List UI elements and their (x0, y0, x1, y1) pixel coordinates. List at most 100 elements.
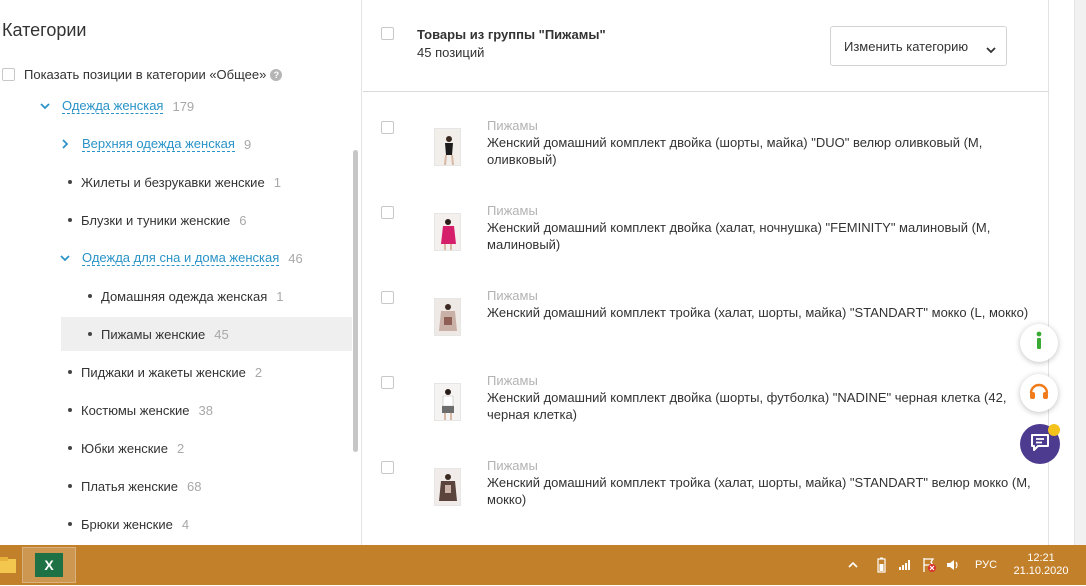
show-general-label: Показать позиции в категории «Общее» (24, 67, 267, 82)
product-row[interactable]: Пижамы Женский домашний комплект тройка … (363, 458, 1049, 543)
product-checkbox[interactable] (381, 376, 394, 389)
tree-node-pajamas[interactable]: Пижамы женские 45 (61, 317, 352, 351)
tree-node-label[interactable]: Костюмы женские (81, 403, 190, 418)
clock[interactable]: 12:21 21.10.2020 (1010, 552, 1072, 578)
tree-node-blouses[interactable]: Блузки и туники женские 6 (68, 203, 247, 237)
product-thumbnail[interactable] (434, 468, 461, 506)
volume-icon[interactable] (946, 545, 960, 585)
tree-node-trousers[interactable]: Брюки женские 4 (68, 507, 189, 541)
tree-node-label[interactable]: Платья женские (81, 479, 178, 494)
bullet-icon (68, 370, 72, 374)
tree-node-label[interactable]: Блузки и туники женские (81, 213, 230, 228)
clock-time: 12:21 (1027, 552, 1055, 564)
product-name[interactable]: Женский домашний комплект двойка (шорты,… (487, 134, 1039, 168)
product-row[interactable]: Пижамы Женский домашний комплект двойка … (363, 373, 1049, 458)
product-name[interactable]: Женский домашний комплект тройка (халат,… (487, 304, 1039, 321)
product-name[interactable]: Женский домашний комплект тройка (халат,… (487, 474, 1039, 508)
change-category-dropdown[interactable]: Изменить категорию (830, 26, 1007, 66)
tree-node-count: 9 (243, 136, 252, 152)
tree-node-outerwear[interactable]: Верхняя одежда женская 9 (60, 127, 251, 161)
tree-node-suits[interactable]: Костюмы женские 38 (68, 393, 213, 427)
product-name[interactable]: Женский домашний комплект двойка (халат,… (487, 219, 1039, 253)
tree-node-count: 46 (288, 250, 303, 266)
tree-node-label[interactable]: Брюки женские (81, 517, 173, 532)
excel-taskbar-button[interactable]: X (22, 547, 76, 583)
file-explorer-icon[interactable] (0, 549, 18, 581)
tree-node-label[interactable]: Жилеты и безрукавки женские (81, 175, 265, 190)
product-category: Пижамы (487, 203, 538, 218)
tree-node-count: 2 (254, 364, 263, 380)
tree-node-jackets[interactable]: Пиджаки и жакеты женские 2 (68, 355, 262, 389)
show-general-toggle[interactable]: Показать позиции в категории «Общее» ? (2, 67, 283, 82)
tree-node-count: 45 (214, 326, 229, 342)
tree-node-homewear[interactable]: Домашняя одежда женская 1 (88, 279, 283, 313)
excel-icon: X (35, 553, 63, 577)
bullet-icon (68, 408, 72, 412)
product-row[interactable]: Пижамы Женский домашний комплект двойка … (363, 203, 1049, 288)
windows-taskbar: X РУС 12:21 21.10.2020 (0, 545, 1086, 585)
product-row[interactable]: Пижамы Женский домашний комплект двойка … (363, 118, 1049, 203)
tree-node-count: 38 (198, 402, 214, 418)
chevron-down-icon[interactable] (40, 101, 50, 111)
tree-node-label[interactable]: Одежда для сна и дома женская (82, 250, 280, 266)
product-thumbnail[interactable] (434, 298, 461, 336)
product-name[interactable]: Женский домашний комплект двойка (шорты,… (487, 389, 1039, 423)
product-thumbnail[interactable] (434, 128, 461, 166)
page-scroll-track[interactable] (1074, 0, 1086, 545)
help-icon[interactable]: ? (270, 68, 283, 81)
change-category-label: Изменить категорию (844, 38, 969, 54)
tray-show-hidden-icon[interactable] (848, 545, 858, 585)
chevron-down-icon[interactable] (60, 253, 70, 263)
bullet-icon (68, 446, 72, 450)
headset-icon (1028, 381, 1050, 406)
tree-node-label[interactable]: Пижамы женские (101, 327, 205, 342)
language-label: РУС (975, 559, 998, 571)
product-category: Пижамы (487, 288, 538, 303)
tree-node-dresses[interactable]: Платья женские 68 (68, 469, 202, 503)
product-checkbox[interactable] (381, 291, 394, 304)
bullet-icon (68, 522, 72, 526)
product-checkbox[interactable] (381, 206, 394, 219)
category-sidebar: Категории Показать позиции в категории «… (0, 0, 362, 545)
group-title: Товары из группы "Пижамы" (417, 27, 606, 42)
show-general-checkbox[interactable] (2, 68, 15, 81)
chevron-right-icon[interactable] (60, 139, 70, 149)
tree-node-count: 1 (273, 174, 281, 190)
tree-node-label[interactable]: Юбки женские (81, 441, 168, 456)
tree-node-label[interactable]: Одежда женская (62, 98, 164, 114)
tree-node-count: 1 (276, 288, 284, 304)
bullet-icon (68, 484, 72, 488)
bullet-icon (88, 332, 92, 336)
product-category: Пижамы (487, 458, 538, 473)
tree-node-label[interactable]: Верхняя одежда женская (82, 136, 235, 152)
tree-node-label[interactable]: Пиджаки и жакеты женские (81, 365, 246, 380)
battery-icon[interactable] (877, 545, 886, 585)
chat-notification-badge (1048, 424, 1060, 436)
chevron-down-icon (986, 42, 996, 57)
product-thumbnail[interactable] (434, 213, 461, 251)
network-icon[interactable] (898, 545, 912, 585)
product-thumbnail[interactable] (434, 383, 461, 421)
tree-node-sleepwear[interactable]: Одежда для сна и дома женская 46 (60, 241, 303, 275)
product-checkbox[interactable] (381, 461, 394, 474)
tree-node-vests[interactable]: Жилеты и безрукавки женские 1 (68, 165, 281, 199)
clock-date: 21.10.2020 (1013, 565, 1069, 577)
sidebar-scrollbar[interactable] (353, 150, 358, 452)
info-widget-button[interactable] (1020, 324, 1058, 362)
language-indicator[interactable]: РУС (975, 545, 997, 585)
excel-letter: X (44, 557, 54, 573)
tree-node-count: 68 (187, 478, 202, 494)
tree-node-skirts[interactable]: Юбки женские 2 (68, 431, 184, 465)
tree-node-label[interactable]: Домашняя одежда женская (101, 289, 267, 304)
product-row[interactable]: Пижамы Женский домашний комплект тройка … (363, 288, 1049, 373)
select-all-checkbox[interactable] (381, 27, 394, 40)
product-checkbox[interactable] (381, 121, 394, 134)
product-category: Пижамы (487, 373, 538, 388)
app-window: Категории Показать позиции в категории «… (0, 0, 1086, 545)
tree-node-count: 4 (181, 516, 190, 532)
tree-node-womens-clothing[interactable]: Одежда женская 179 (40, 89, 194, 123)
support-widget-button[interactable] (1020, 374, 1058, 412)
action-center-icon[interactable] (921, 545, 937, 585)
product-category: Пижамы (487, 118, 538, 133)
sidebar-title: Категории (2, 20, 87, 40)
